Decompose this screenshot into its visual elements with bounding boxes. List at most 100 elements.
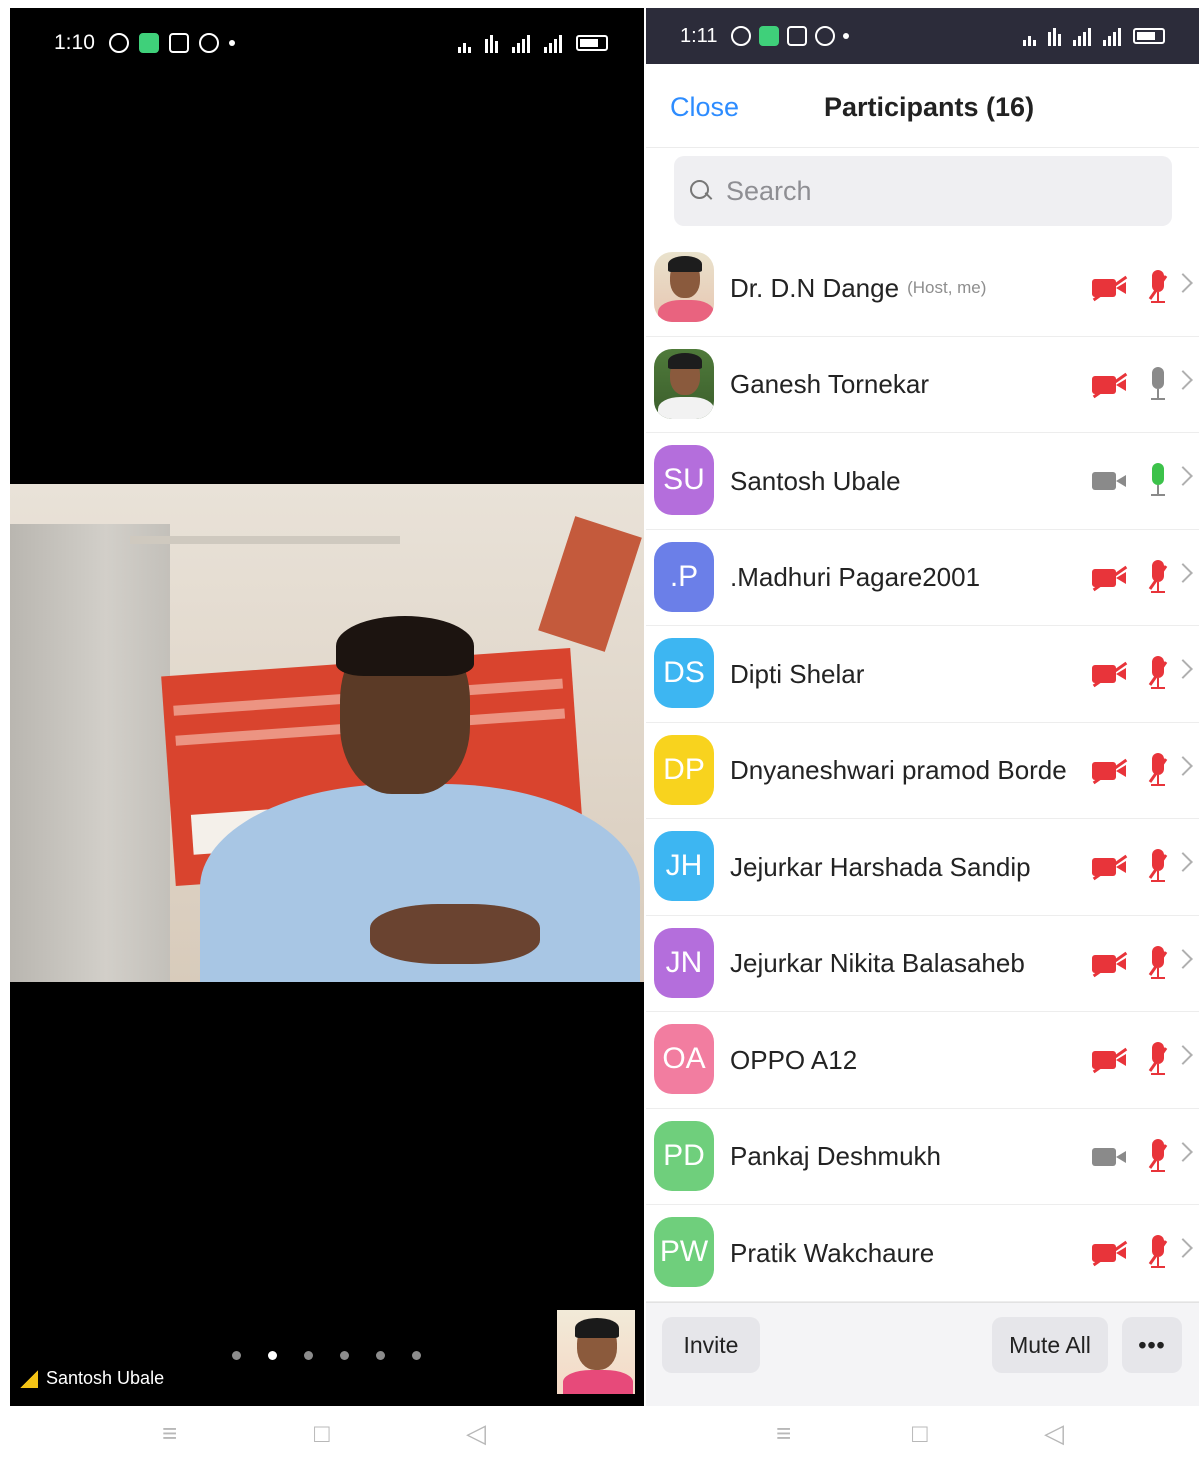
chevron-right-icon[interactable] (1173, 562, 1193, 583)
settings-notification-icon (198, 33, 219, 53)
camera-lens (1116, 1150, 1126, 1163)
screenshot-root: 1:10 Santosh Ubale ≡ □ ◁ 1:11 Close Part… (0, 0, 1199, 1457)
chevron-right-icon[interactable] (1173, 755, 1193, 776)
mic-muted-icon (1148, 656, 1168, 692)
participant-name: Dnyaneshwari pramod Borde (730, 755, 1067, 785)
participant-row[interactable]: DS Dipti Shelar (646, 626, 1199, 723)
page-dot-active[interactable] (268, 1351, 277, 1360)
mic-base (1151, 1266, 1165, 1268)
camera-body (1092, 472, 1116, 490)
participant-name: Santosh Ubale (730, 465, 901, 496)
settings-notification-icon (815, 26, 836, 46)
participant-name-block: OPPO A12 (730, 1012, 857, 1108)
mic-muted-icon (1148, 945, 1168, 982)
video-background-poster (538, 516, 642, 652)
search-input[interactable] (726, 175, 1146, 207)
battery-icon (1133, 28, 1165, 44)
video-background-shelf (130, 536, 400, 544)
page-dot[interactable] (340, 1351, 349, 1360)
page-indicator[interactable] (232, 1351, 421, 1360)
mic-active-icon (1148, 463, 1168, 499)
participant-name-block: Ganesh Tornekar (730, 337, 929, 433)
video-camera-icon (1092, 1145, 1128, 1169)
participant-row[interactable]: Dr. D.N Dange (Host, me) (646, 240, 1199, 337)
close-button[interactable]: Close (670, 92, 739, 123)
speaker-hair (336, 616, 474, 676)
page-dot[interactable] (376, 1351, 385, 1360)
home-icon[interactable]: □ (314, 1418, 330, 1449)
whatsapp-icon (108, 33, 129, 53)
participant-row[interactable]: JH Jejurkar Harshada Sandip (646, 819, 1199, 916)
participant-row[interactable]: SU Santosh Ubale (646, 433, 1199, 530)
signal-1-icon (512, 33, 530, 53)
video-off-icon (1092, 566, 1128, 590)
participant-avatar: PD (654, 1120, 714, 1191)
more-options-button[interactable]: ••• (1122, 1317, 1182, 1373)
participant-avatar: OA (654, 1024, 714, 1094)
self-video-thumbnail[interactable] (557, 1310, 635, 1394)
menu-icon[interactable]: ≡ (162, 1418, 177, 1449)
participant-row[interactable]: PD Pankaj Deshmukh (646, 1109, 1199, 1205)
camera-lens (1116, 1247, 1126, 1259)
chevron-right-icon[interactable] (1173, 273, 1193, 293)
audio-level-icon (20, 1369, 38, 1388)
home-icon[interactable]: □ (912, 1418, 928, 1449)
avatar-photo-hair (668, 256, 702, 272)
chevron-right-icon[interactable] (1173, 466, 1193, 486)
status-bar: 1:11 (646, 8, 1199, 64)
participant-name: Dipti Shelar (730, 658, 865, 689)
menu-icon[interactable]: ≡ (776, 1418, 791, 1449)
battery-icon (576, 35, 608, 51)
back-icon[interactable]: ◁ (1044, 1418, 1064, 1449)
status-time: 1:11 (680, 24, 718, 47)
participant-row[interactable]: .P .Madhuri Pagare2001 (646, 530, 1199, 626)
camera-lens (1116, 378, 1126, 391)
invite-button[interactable]: Invite (662, 1317, 760, 1373)
mic-base (1151, 301, 1165, 303)
mute-all-button[interactable]: Mute All (992, 1317, 1108, 1373)
back-icon[interactable]: ◁ (466, 1418, 486, 1449)
page-dot[interactable] (412, 1351, 421, 1360)
app-notification-icon (138, 33, 159, 53)
chevron-right-icon[interactable] (1173, 659, 1193, 679)
participant-row[interactable]: DP Dnyaneshwari pramod Borde (646, 723, 1199, 819)
mic-capsule (1152, 1138, 1164, 1161)
chevron-right-icon[interactable] (1173, 369, 1193, 390)
chevron-right-icon[interactable] (1173, 1238, 1193, 1258)
mic-capsule (1152, 656, 1164, 678)
meeting-video-screen: 1:10 Santosh Ubale (10, 8, 644, 1406)
page-dot[interactable] (304, 1351, 313, 1360)
participant-row[interactable]: JN Jejurkar Nikita Balasaheb (646, 916, 1199, 1012)
camera-body (1092, 1147, 1116, 1166)
chevron-right-icon[interactable] (1173, 852, 1193, 872)
participant-row[interactable]: Ganesh Tornekar (646, 337, 1199, 433)
video-off-icon (1092, 662, 1128, 686)
active-speaker-name: Santosh Ubale (46, 1368, 165, 1388)
video-camera-icon (1092, 469, 1128, 493)
mic-muted-icon (1148, 752, 1168, 789)
participant-avatar: JH (654, 831, 714, 901)
camera-body (1092, 665, 1116, 683)
search-bar[interactable] (674, 156, 1172, 226)
participant-name-block: Dr. D.N Dange (Host, me) (730, 240, 986, 336)
participant-row[interactable]: PW Pratik Wakchaure (646, 1205, 1199, 1302)
chevron-right-icon[interactable] (1173, 948, 1193, 969)
page-title: Participants (16) (824, 92, 1035, 122)
mic-base (1151, 687, 1165, 689)
page-dot[interactable] (232, 1351, 241, 1360)
chevron-right-icon[interactable] (1173, 1045, 1193, 1065)
mic-base (1151, 1073, 1165, 1075)
app-notification-icon (759, 26, 780, 46)
active-speaker-video[interactable] (10, 484, 644, 982)
volte-icon (1048, 26, 1061, 46)
mic-muted-icon (1148, 1042, 1168, 1078)
chevron-right-icon[interactable] (1173, 1141, 1193, 1162)
thumb-hair (575, 1318, 619, 1338)
thumb-body (563, 1370, 633, 1394)
mic-base (1151, 397, 1165, 400)
camera-lens (1116, 571, 1126, 584)
mic-muted-icon (1148, 849, 1168, 885)
participant-row[interactable]: OA OPPO A12 (646, 1012, 1199, 1109)
participant-avatar: DS (654, 638, 714, 708)
participant-name-block: .Madhuri Pagare2001 (730, 530, 980, 626)
